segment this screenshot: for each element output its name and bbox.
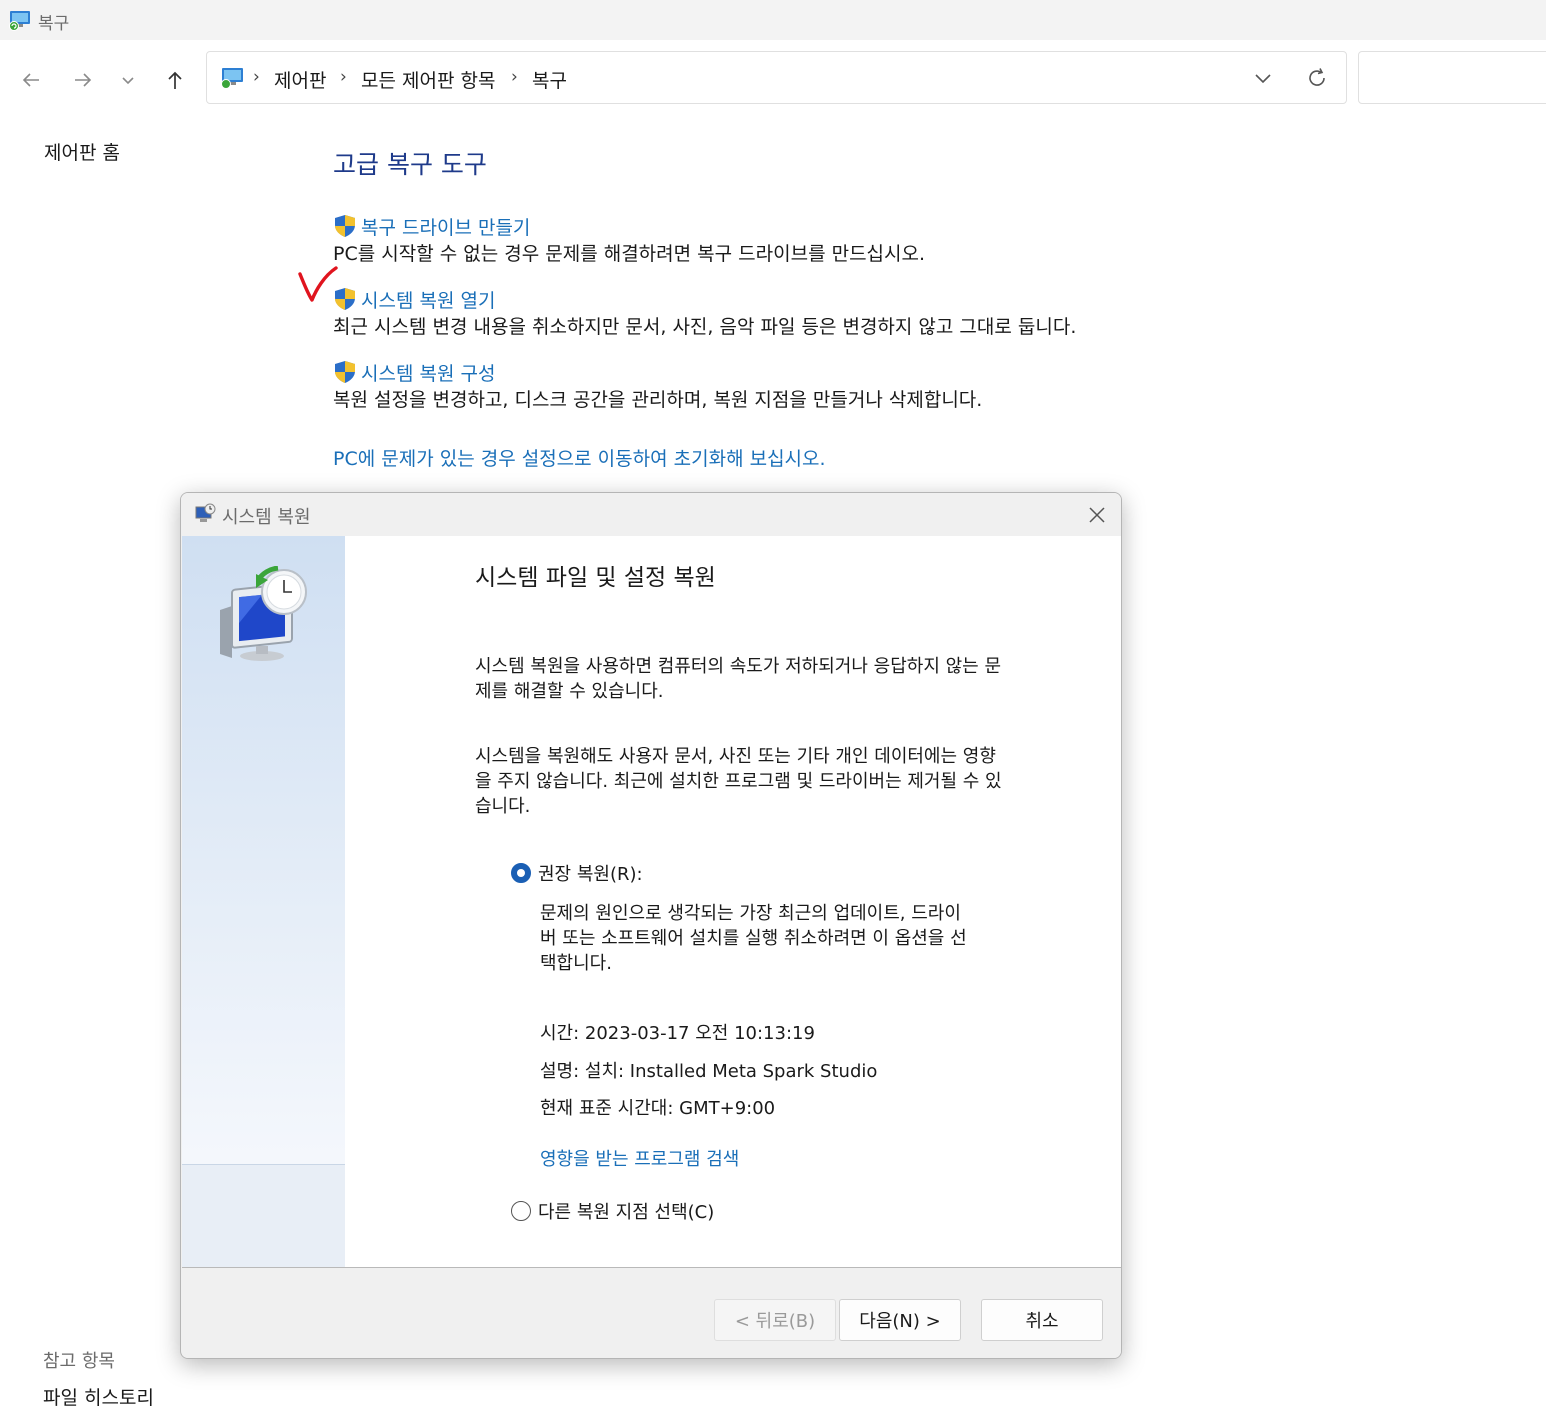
see-also-label: 참고 항목 [43, 1351, 115, 1372]
restore-point-description: 설명: 설치: Installed Meta Spark Studio [540, 1061, 878, 1082]
close-icon[interactable] [1085, 503, 1109, 527]
breadcrumb-separator: › [253, 67, 260, 87]
uac-shield-icon [335, 361, 355, 383]
dialog-heading: 시스템 파일 및 설정 복원 [475, 565, 716, 591]
dialog-intro-paragraph: 시스템 복원을 사용하면 컴퓨터의 속도가 저하되거나 응답하지 않는 문 제를… [475, 654, 1055, 704]
tool-configure-system-restore: 시스템 복원 구성 복원 설정을 변경하고, 디스크 공간을 관리하며, 복원 … [333, 359, 982, 412]
recommended-desc-line: 문제의 원인으로 생각되는 가장 최근의 업데이트, 드라이 [540, 903, 961, 924]
recommended-restore-label: 권장 복원(R): [538, 864, 643, 885]
system-restore-icon [195, 503, 216, 522]
dialog-info-line: 습니다. [475, 796, 531, 817]
open-system-restore-desc: 최근 시스템 변경 내용을 취소하지만 문서, 사진, 음악 파일 등은 변경하… [333, 316, 1077, 338]
tool-open-system-restore: 시스템 복원 열기 최근 시스템 변경 내용을 취소하지만 문서, 사진, 음악… [333, 286, 1076, 339]
radio-selected-icon[interactable] [511, 863, 531, 883]
restore-point-time: 시간: 2023-03-17 오전 10:13:19 [540, 1023, 815, 1044]
breadcrumb-separator: › [340, 67, 347, 87]
recommended-desc-line: 버 또는 소프트웨어 설치를 실행 취소하려면 이 옵션을 선 [540, 928, 967, 949]
refresh-icon[interactable] [1305, 66, 1329, 90]
choose-other-restore-point-label: 다른 복원 지점 선택(C) [538, 1202, 715, 1223]
dialog-intro-line: 시스템 복원을 사용하면 컴퓨터의 속도가 저하되거나 응답하지 않는 문 [475, 656, 1002, 677]
dialog-title: 시스템 복원 [222, 507, 311, 528]
tool-create-recovery-drive: 복구 드라이브 만들기 PC를 시작할 수 없는 경우 문제를 해결하려면 복구… [333, 213, 925, 266]
dialog-titlebar: 시스템 복원 [181, 493, 1121, 536]
forward-button[interactable] [67, 64, 99, 96]
open-system-restore-link[interactable]: 시스템 복원 열기 [361, 286, 495, 313]
reset-pc-link[interactable]: PC에 문제가 있는 경우 설정으로 이동하여 초기화해 보십시오. [333, 444, 826, 471]
create-recovery-drive-desc: PC를 시작할 수 없는 경우 문제를 해결하려면 복구 드라이브를 만드십시오… [333, 243, 926, 265]
control-panel-icon [221, 68, 243, 89]
dialog-side-panel [182, 536, 345, 1267]
window-title: 복구 [38, 14, 70, 34]
dialog-info-line: 시스템을 복원해도 사용자 문서, 사진 또는 기타 개인 데이터에는 영향 [475, 746, 996, 767]
dialog-side-panel-lower [182, 1164, 345, 1267]
recommended-restore-desc: 문제의 원인으로 생각되는 가장 최근의 업데이트, 드라이 버 또는 소프트웨… [540, 901, 967, 976]
next-button[interactable]: 다음(N) > [839, 1299, 961, 1341]
choose-other-restore-point-radio[interactable]: 다른 복원 지점 선택(C) [511, 1198, 714, 1224]
breadcrumb-control-panel[interactable]: 제어판 [274, 66, 326, 93]
red-check-annotation-icon [298, 266, 338, 302]
control-panel-home-link[interactable]: 제어판 홈 [44, 138, 120, 165]
uac-shield-icon [335, 215, 355, 237]
create-recovery-drive-link[interactable]: 복구 드라이브 만들기 [361, 213, 530, 240]
navigation-bar: › 제어판 › 모든 제어판 항목 › 복구 [0, 40, 1546, 116]
breadcrumb-all-items[interactable]: 모든 제어판 항목 [361, 66, 495, 93]
configure-system-restore-desc: 복원 설정을 변경하고, 디스크 공간을 관리하며, 복원 지점을 만들거나 삭… [333, 389, 983, 411]
arrow-up-icon [168, 71, 182, 89]
dialog-info-paragraph: 시스템을 복원해도 사용자 문서, 사진 또는 기타 개인 데이터에는 영향 을… [475, 744, 1055, 819]
chevron-down-icon [122, 77, 134, 85]
restore-point-timezone: 현재 표준 시간대: GMT+9:00 [540, 1098, 776, 1119]
back-button[interactable]: < 뒤로(B) [714, 1299, 836, 1341]
address-bar[interactable]: › 제어판 › 모든 제어판 항목 › 복구 [206, 51, 1347, 104]
search-input[interactable] [1358, 51, 1546, 104]
recommended-restore-radio[interactable]: 권장 복원(R): [511, 860, 643, 886]
recovery-app-icon [9, 11, 30, 31]
dialog-info-line: 을 주지 않습니다. 최근에 설치한 프로그램 및 드라이버는 제거될 수 있 [475, 771, 1002, 792]
window-titlebar: 복구 [0, 0, 1546, 40]
recent-locations-button[interactable] [112, 64, 144, 96]
system-restore-dialog: 시스템 복원 시스템 파일 및 설정 복원 시스템 복원을 사용하면 컴퓨터의 … [180, 492, 1122, 1359]
arrow-right-icon [75, 73, 92, 87]
scan-affected-programs-link[interactable]: 영향을 받는 프로그램 검색 [540, 1145, 739, 1171]
breadcrumb-separator: › [511, 67, 518, 87]
dialog-intro-line: 제를 해결할 수 있습니다. [475, 681, 664, 702]
arrow-left-icon [22, 73, 39, 87]
cancel-button[interactable]: 취소 [981, 1299, 1103, 1341]
page-title: 고급 복구 도구 [333, 150, 487, 179]
breadcrumb-recovery[interactable]: 복구 [532, 66, 567, 93]
file-history-link[interactable]: 파일 히스토리 [43, 1383, 154, 1410]
dialog-footer: < 뒤로(B) 다음(N) > 취소 [182, 1267, 1121, 1358]
configure-system-restore-link[interactable]: 시스템 복원 구성 [361, 359, 495, 386]
recommended-desc-line: 택합니다. [540, 953, 612, 974]
dialog-body: 시스템 파일 및 설정 복원 시스템 복원을 사용하면 컴퓨터의 속도가 저하되… [345, 536, 1121, 1267]
monitor-clock-icon [220, 566, 307, 661]
address-dropdown-chevron-icon[interactable] [1251, 66, 1275, 90]
radio-unselected-icon[interactable] [511, 1201, 531, 1221]
back-button[interactable] [15, 64, 47, 96]
up-button[interactable] [159, 64, 191, 96]
